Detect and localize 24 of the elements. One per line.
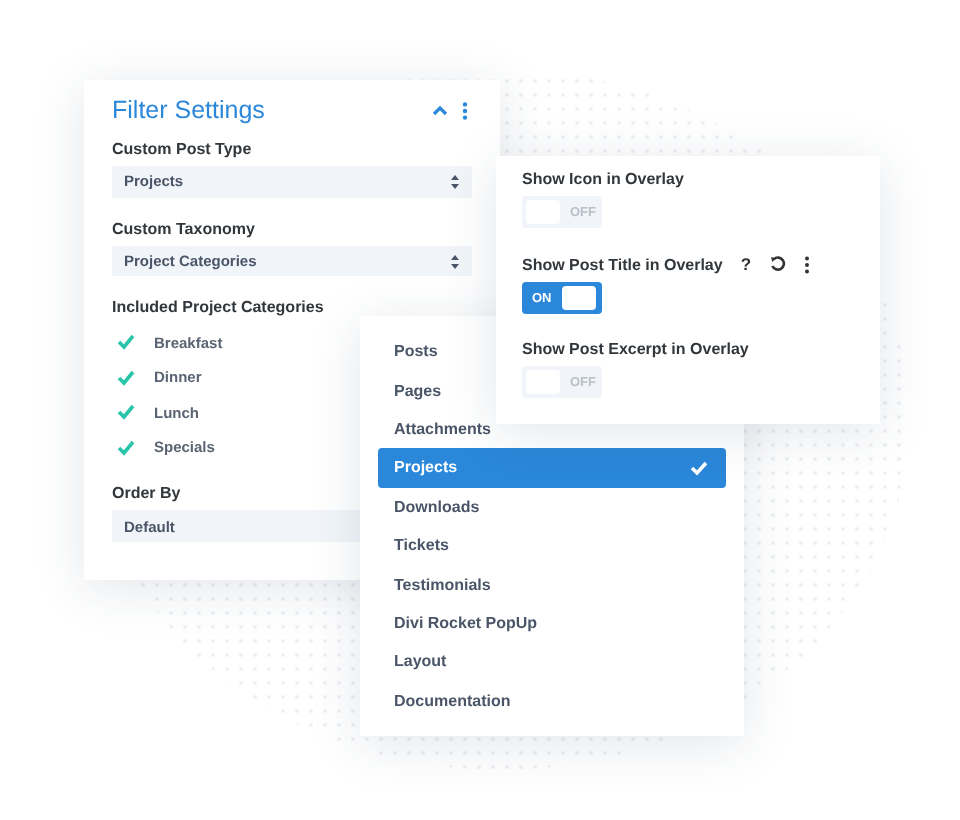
collapse-icon[interactable] xyxy=(432,104,448,116)
check-icon xyxy=(690,459,708,476)
field-label: Custom Post Type xyxy=(112,140,254,158)
menu-item[interactable]: Divi Rocket PopUp xyxy=(378,603,726,643)
menu-item[interactable]: Documentation xyxy=(378,681,726,721)
field-label: Included Project Categories xyxy=(112,298,326,317)
select-arrows-icon xyxy=(450,253,460,269)
field-label: Custom Taxonomy xyxy=(112,219,257,238)
check-icon[interactable] xyxy=(116,332,136,353)
menu-item[interactable]: Testimonials xyxy=(378,564,726,604)
help-button[interactable]: ? xyxy=(740,254,752,274)
select-arrows-icon xyxy=(450,173,460,190)
panel-title: Filter Settings xyxy=(112,96,267,124)
setting-label: Show Icon in Overlay xyxy=(522,170,684,188)
check-icon[interactable] xyxy=(116,437,136,458)
check-icon[interactable] xyxy=(116,402,136,423)
menu-item[interactable]: Layout xyxy=(378,642,726,682)
setting-label: Show Post Excerpt in Overlay xyxy=(522,340,749,358)
reset-icon[interactable] xyxy=(769,256,786,272)
menu-item[interactable]: Projects xyxy=(378,448,726,488)
check-icon[interactable] xyxy=(116,367,136,388)
setting-label: Show Post Title in Overlay xyxy=(522,255,723,273)
field-label: Order By xyxy=(112,484,183,503)
more-icon[interactable] xyxy=(803,255,810,273)
